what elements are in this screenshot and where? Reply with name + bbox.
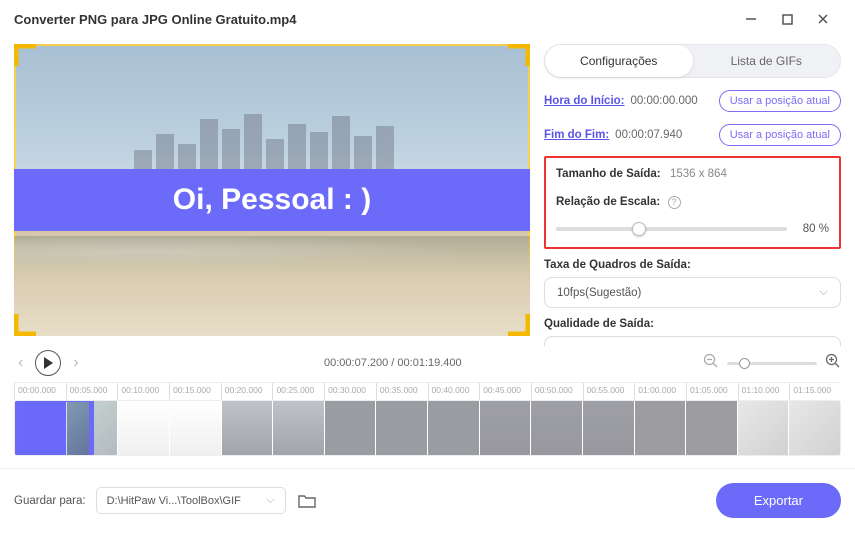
settings-panel: Configurações Lista de GIFs Hora do Iníc… — [540, 38, 855, 346]
chevron-down-icon: ⌵ — [819, 286, 828, 299]
ruler-tick: 01:05.000 — [686, 383, 738, 400]
preview-banner-text: Oi, Pessoal : ) — [14, 169, 530, 231]
video-preview[interactable]: Oi, Pessoal : ) — [14, 44, 530, 336]
ruler-tick: 00:45.000 — [479, 383, 531, 400]
output-size-value: 1536 x 864 — [670, 168, 727, 180]
crop-handle-tl[interactable] — [14, 44, 38, 68]
framerate-select[interactable]: 10fps(Sugestão) ⌵ — [544, 277, 841, 308]
selection-handle-right[interactable] — [89, 400, 92, 456]
play-button[interactable] — [35, 350, 61, 376]
zoom-in-icon[interactable] — [825, 353, 841, 374]
playback-time: 00:00:07.200 / 00:01:19.400 — [91, 357, 695, 369]
ruler-tick: 00:40.000 — [428, 383, 480, 400]
highlighted-section: Tamanho de Saída: 1536 x 864 Relação de … — [544, 156, 841, 249]
scale-percent: 80 % — [797, 223, 829, 235]
ruler-tick: 00:20.000 — [221, 383, 273, 400]
ruler-tick: 01:00.000 — [634, 383, 686, 400]
timeline-ruler[interactable]: 00:00.00000:05.00000:10.00000:15.00000:2… — [14, 382, 841, 400]
start-time-label[interactable]: Hora do Início: — [544, 95, 625, 107]
quality-select[interactable]: Médio ⌵ — [544, 336, 841, 346]
footer: Guardar para: D:\HitPaw Vi...\ToolBox\GI… — [0, 468, 855, 532]
ruler-tick: 00:15.000 — [169, 383, 221, 400]
ruler-tick: 01:10.000 — [738, 383, 790, 400]
end-time-label[interactable]: Fim do Fim: — [544, 129, 609, 141]
timeline-track[interactable] — [14, 400, 841, 456]
crop-handle-tr[interactable] — [506, 44, 530, 68]
ruler-tick: 00:55.000 — [583, 383, 635, 400]
quality-label: Qualidade de Saída: — [544, 318, 841, 330]
ruler-tick: 00:05.000 — [66, 383, 118, 400]
chevron-down-icon: ⌵ — [266, 494, 274, 507]
minimize-button[interactable] — [733, 7, 769, 31]
window-title: Converter PNG para JPG Online Gratuito.m… — [14, 12, 733, 27]
use-current-end-button[interactable]: Usar a posição atual — [719, 124, 841, 146]
save-path-value: D:\HitPaw Vi...\ToolBox\GIF — [107, 495, 241, 507]
ruler-tick: 00:35.000 — [376, 383, 428, 400]
use-current-start-button[interactable]: Usar a posição atual — [719, 90, 841, 112]
scale-slider[interactable] — [556, 227, 787, 231]
maximize-button[interactable] — [769, 7, 805, 31]
save-to-label: Guardar para: — [14, 495, 86, 507]
selection-handle-left[interactable] — [16, 400, 19, 456]
next-frame-button[interactable]: › — [69, 350, 82, 376]
open-folder-button[interactable] — [296, 490, 318, 512]
prev-frame-button[interactable]: ‹ — [14, 350, 27, 376]
ruler-tick: 00:50.000 — [531, 383, 583, 400]
quality-value: Médio — [557, 346, 588, 347]
zoom-slider[interactable] — [727, 362, 817, 365]
chevron-down-icon: ⌵ — [819, 345, 828, 346]
ruler-tick: 00:00.000 — [14, 383, 66, 400]
start-time-value: 00:00:00.000 — [631, 95, 698, 107]
playhead[interactable] — [93, 400, 94, 456]
ruler-tick: 00:30.000 — [324, 383, 376, 400]
crop-handle-br[interactable] — [506, 312, 530, 336]
ruler-tick: 00:25.000 — [272, 383, 324, 400]
export-button[interactable]: Exportar — [716, 483, 841, 518]
tab-gif-list[interactable]: Lista de GIFs — [693, 45, 841, 77]
framerate-label: Taxa de Quadros de Saída: — [544, 259, 841, 271]
save-path-select[interactable]: D:\HitPaw Vi...\ToolBox\GIF ⌵ — [96, 487, 286, 514]
timeline-area: ‹ › 00:00:07.200 / 00:01:19.400 00:00.00… — [0, 346, 855, 456]
scale-label: Relação de Escala: — [556, 196, 660, 208]
tab-group: Configurações Lista de GIFs — [544, 44, 841, 78]
output-size-label: Tamanho de Saída: — [556, 168, 661, 180]
crop-handle-bl[interactable] — [14, 312, 38, 336]
help-icon[interactable]: ? — [668, 196, 681, 209]
tab-settings[interactable]: Configurações — [545, 45, 693, 77]
timeline-selection[interactable] — [15, 400, 93, 456]
titlebar: Converter PNG para JPG Online Gratuito.m… — [0, 0, 855, 38]
ruler-tick: 00:10.000 — [117, 383, 169, 400]
close-button[interactable] — [805, 7, 841, 31]
end-time-value: 00:00:07.940 — [615, 129, 682, 141]
framerate-value: 10fps(Sugestão) — [557, 287, 641, 299]
zoom-out-icon[interactable] — [703, 353, 719, 374]
ruler-tick: 01:15.000 — [789, 383, 841, 400]
